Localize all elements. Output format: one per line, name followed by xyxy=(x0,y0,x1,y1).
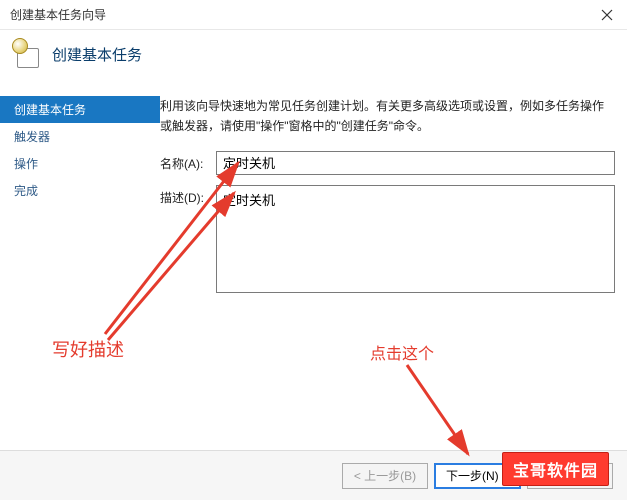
wizard-title: 创建基本任务 xyxy=(52,44,142,65)
back-button: < 上一步(B) xyxy=(342,463,428,489)
step-create-basic-task[interactable]: 创建基本任务 xyxy=(0,96,160,123)
close-button[interactable] xyxy=(587,0,627,30)
description-input[interactable] xyxy=(216,185,615,293)
name-label: 名称(A): xyxy=(160,151,216,172)
wizard-footer: < 上一步(B) 下一步(N) > 取消 xyxy=(0,450,627,500)
wizard-body: 创建基本任务 触发器 操作 完成 利用该向导快速地为常见任务创建计划。有关更多高… xyxy=(0,86,627,450)
close-icon xyxy=(601,9,613,21)
name-row: 名称(A): xyxy=(160,151,615,175)
wizard-header: 创建基本任务 xyxy=(0,30,627,86)
window-title: 创建基本任务向导 xyxy=(10,6,106,23)
step-action[interactable]: 操作 xyxy=(0,150,160,177)
wizard-main: 利用该向导快速地为常见任务创建计划。有关更多高级选项或设置，例如多任务操作或触发… xyxy=(160,86,627,450)
description-label: 描述(D): xyxy=(160,185,216,206)
wizard-icon xyxy=(14,40,42,68)
titlebar: 创建基本任务向导 xyxy=(0,0,627,30)
step-trigger[interactable]: 触发器 xyxy=(0,123,160,150)
wizard-sidebar: 创建基本任务 触发器 操作 完成 xyxy=(0,86,160,450)
next-button[interactable]: 下一步(N) > xyxy=(434,463,521,489)
cancel-button[interactable]: 取消 xyxy=(527,463,613,489)
intro-text: 利用该向导快速地为常见任务创建计划。有关更多高级选项或设置，例如多任务操作或触发… xyxy=(160,96,615,137)
name-input[interactable] xyxy=(216,151,615,175)
description-row: 描述(D): xyxy=(160,185,615,293)
step-finish[interactable]: 完成 xyxy=(0,177,160,204)
